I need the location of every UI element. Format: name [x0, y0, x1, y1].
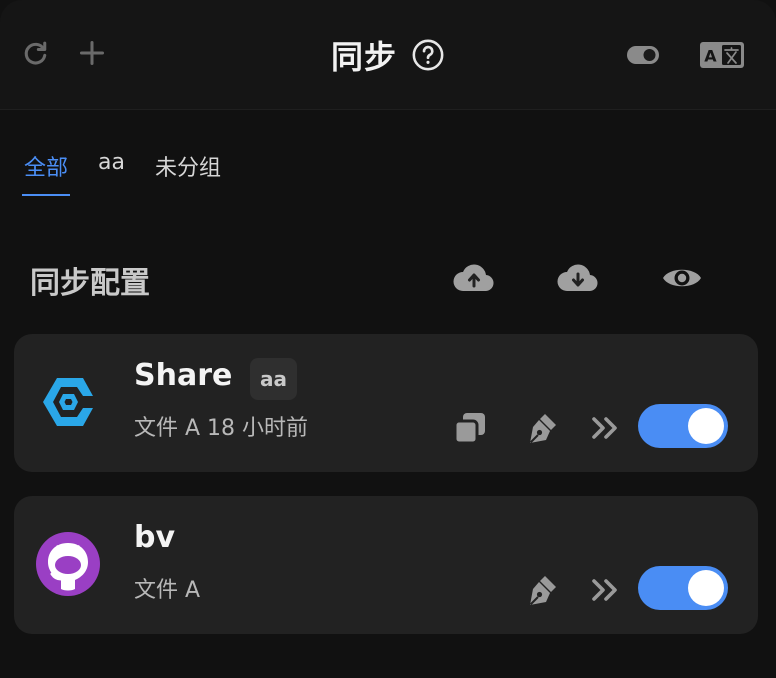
config-card[interactable]: bv 文件 A	[14, 496, 758, 634]
enable-toggle[interactable]	[638, 404, 728, 448]
translate-icon[interactable]: A	[698, 39, 746, 71]
pen-edit-icon[interactable]	[522, 570, 562, 610]
group-badge: aa	[250, 358, 297, 400]
eye-icon[interactable]	[660, 258, 704, 298]
share-logo-icon	[34, 368, 102, 436]
github-logo-icon	[34, 530, 102, 598]
cloud-upload-icon[interactable]	[452, 258, 496, 298]
toggle-knob	[688, 408, 724, 444]
config-card[interactable]: Share aa 文件 A 18 小时前	[14, 334, 758, 472]
double-chevron-right-icon[interactable]	[586, 408, 626, 448]
double-chevron-right-icon[interactable]	[586, 570, 626, 610]
group-tabs: 全部 aa 未分组	[22, 142, 223, 196]
copy-icon[interactable]	[450, 408, 490, 448]
tab-ungrouped[interactable]: 未分组	[153, 142, 223, 196]
header: 同步 A	[0, 0, 776, 110]
refresh-icon[interactable]	[20, 37, 52, 69]
config-name: bv	[134, 520, 176, 555]
enable-toggle[interactable]	[638, 566, 728, 610]
section-title: 同步配置	[30, 266, 150, 301]
config-subtitle: 文件 A	[134, 578, 201, 603]
pen-edit-icon[interactable]	[522, 408, 562, 448]
sync-panel: 同步 A 全部 aa 未分组 同步配置 Share aa 文件 A 18 小时前…	[0, 0, 776, 678]
page-title: 同步	[330, 38, 397, 76]
config-subtitle: 文件 A 18 小时前	[134, 416, 309, 441]
cloud-download-icon[interactable]	[556, 258, 600, 298]
toggle-theme-icon[interactable]	[624, 40, 662, 70]
svg-text:A: A	[704, 47, 717, 66]
plus-icon[interactable]	[76, 37, 108, 69]
tab-all[interactable]: 全部	[22, 142, 71, 196]
config-name: Share	[134, 358, 233, 393]
toggle-knob	[688, 570, 724, 606]
help-circle-icon[interactable]	[411, 38, 445, 72]
tab-aa[interactable]: aa	[96, 142, 127, 196]
